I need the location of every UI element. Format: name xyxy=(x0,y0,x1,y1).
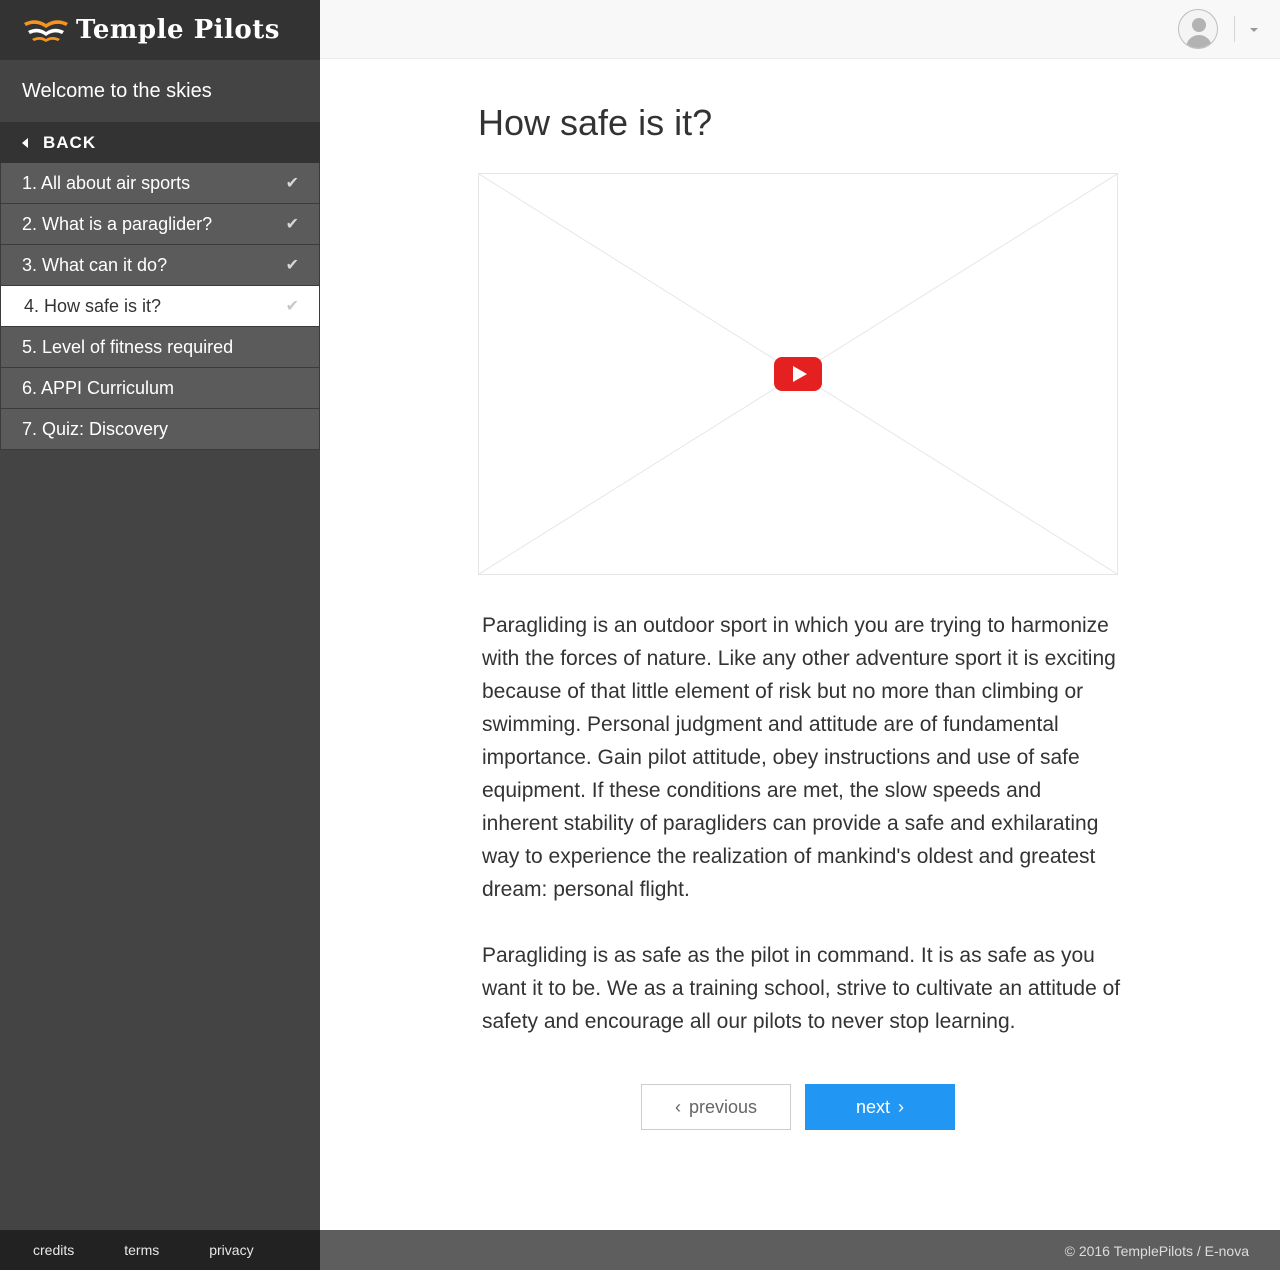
logo[interactable]: Temple Pilots xyxy=(0,0,320,60)
lesson-item-6[interactable]: 6. APPI Curriculum xyxy=(0,368,320,409)
lesson-item-2[interactable]: 2. What is a paraglider? ✔ xyxy=(0,204,320,245)
paragraph-2: Paragliding is as safe as the pilot in c… xyxy=(482,944,1121,1033)
user-avatar-icon[interactable] xyxy=(1178,9,1218,49)
chevron-down-icon[interactable] xyxy=(1250,28,1258,32)
lesson-item-3[interactable]: 3. What can it do? ✔ xyxy=(0,245,320,286)
lesson-item-1[interactable]: 1. All about air sports ✔ xyxy=(0,163,320,204)
chevron-left-icon: ‹ xyxy=(674,1096,681,1117)
copyright: © 2016 TemplePilots / E-nova xyxy=(1064,1243,1249,1259)
credits-link[interactable]: credits xyxy=(33,1242,74,1258)
terms-link[interactable]: terms xyxy=(124,1242,159,1258)
check-icon: ✔ xyxy=(285,257,299,274)
brand-name: Temple Pilots xyxy=(76,15,280,45)
lesson-label: 7. Quiz: Discovery xyxy=(22,418,169,439)
page-title: How safe is it? xyxy=(478,102,713,143)
video-player[interactable] xyxy=(478,173,1118,575)
lesson-item-5[interactable]: 5. Level of fitness required xyxy=(0,327,320,368)
lesson-label: 1. All about air sports xyxy=(22,172,191,193)
check-icon: ✔ xyxy=(285,298,299,315)
top-bar xyxy=(320,0,1280,59)
youtube-play-icon[interactable] xyxy=(774,357,822,391)
bottom-bar: © 2016 TemplePilots / E-nova xyxy=(320,1230,1280,1270)
lesson-label: 5. Level of fitness required xyxy=(22,336,234,357)
check-icon: ✔ xyxy=(285,175,299,192)
lesson-item-7[interactable]: 7. Quiz: Discovery xyxy=(0,409,320,450)
next-button[interactable]: next › xyxy=(805,1084,955,1130)
play-triangle xyxy=(793,366,807,382)
logo-wings-icon xyxy=(24,20,68,42)
previous-button[interactable]: ‹ previous xyxy=(641,1084,791,1130)
caret-left-icon xyxy=(22,137,28,148)
lesson-label: 4. How safe is it? xyxy=(24,295,162,316)
avatar-head xyxy=(1192,18,1206,32)
lesson-label: 3. What can it do? xyxy=(22,254,168,275)
back-button[interactable]: BACK xyxy=(0,122,320,163)
back-label: BACK xyxy=(43,132,97,152)
previous-label: previous xyxy=(688,1096,758,1117)
lesson-label: 6. APPI Curriculum xyxy=(22,377,175,398)
main-content: How safe is it? Paragliding is an outdoo… xyxy=(320,60,1280,1230)
course-title: Welcome to the skies xyxy=(0,60,320,122)
privacy-link[interactable]: privacy xyxy=(209,1242,253,1258)
lesson-item-4-active[interactable]: 4. How safe is it? ✔ xyxy=(0,286,320,327)
lesson-label: 2. What is a paraglider? xyxy=(22,213,213,234)
next-label: next xyxy=(855,1096,891,1117)
lesson-list: 1. All about air sports ✔ 2. What is a p… xyxy=(0,163,320,450)
topbar-divider xyxy=(1234,16,1235,42)
avatar-body xyxy=(1186,35,1212,48)
paragraph-1: Paragliding is an outdoor sport in which… xyxy=(482,614,1116,901)
sidebar: Temple Pilots Welcome to the skies BACK … xyxy=(0,0,320,1270)
chevron-right-icon: › xyxy=(898,1096,905,1117)
lesson-content: Paragliding is an outdoor sport in which… xyxy=(482,609,1122,1071)
sidebar-footer: credits terms privacy xyxy=(0,1230,320,1270)
check-icon: ✔ xyxy=(285,216,299,233)
